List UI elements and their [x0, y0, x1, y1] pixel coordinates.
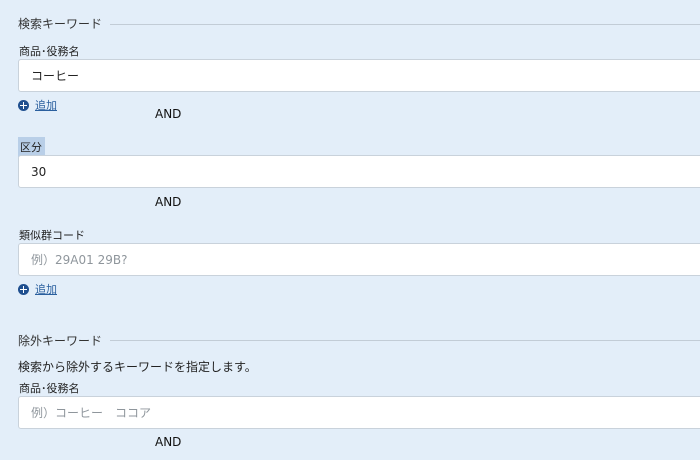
and-operator: AND	[155, 195, 182, 209]
exclude-keywords-title: 除外キーワード	[18, 334, 103, 348]
exclude-keywords-description: 検索から除外するキーワードを指定します。	[18, 360, 257, 374]
and-operator: AND	[155, 435, 182, 449]
similar-group-code-label: 類似群コード	[19, 229, 85, 242]
and-operator: AND	[155, 107, 182, 121]
exclude-product-service-label: 商品･役務名	[19, 382, 80, 395]
product-service-label: 商品･役務名	[19, 45, 80, 58]
plus-circle-icon	[18, 99, 29, 111]
similar-group-code-add-link[interactable]: 追加	[18, 281, 57, 297]
search-keywords-title: 検索キーワード	[18, 17, 103, 31]
category-input[interactable]	[18, 155, 700, 188]
similar-group-code-add-label: 追加	[35, 283, 57, 296]
product-service-add-link[interactable]: 追加	[18, 97, 57, 113]
search-keywords-divider	[110, 24, 700, 25]
category-label: 区分	[18, 137, 45, 157]
exclude-keywords-divider	[110, 340, 700, 341]
similar-group-code-input[interactable]	[18, 243, 700, 276]
product-service-input[interactable]	[18, 59, 700, 92]
plus-circle-icon	[18, 283, 29, 295]
product-service-add-label: 追加	[35, 99, 57, 112]
exclude-product-service-input[interactable]	[18, 396, 700, 429]
